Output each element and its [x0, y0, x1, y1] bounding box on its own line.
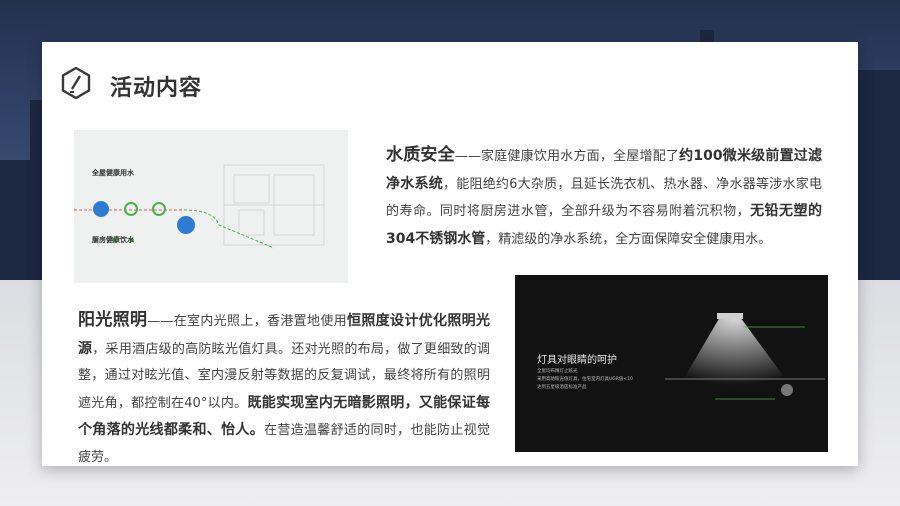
water-quality-paragraph: 水质安全——家庭健康饮用水方面，全屋增配了约100微米级前置过滤净水系统，能阻绝… [386, 145, 822, 247]
water-system-diagram: 全屋健康用水 厨房健康饮水 [74, 130, 348, 283]
lamp-title: 灯具对眼睛的呵护 [537, 355, 617, 366]
water-quality-heading: 水质安全 [386, 145, 455, 165]
lamp-line-2: 采用高防眩光值灯具，住宅室内灯具UGR值<10 [537, 377, 633, 382]
lighting-paragraph: 阳光照明——在室内光照上，香港置地使用恒照度设计优化照明光源，采用酒店级的高防眩… [78, 310, 491, 465]
page-title: 活动内容 [110, 76, 203, 101]
lamp-line-1: 全屋均布精灯止眩光 [537, 369, 578, 374]
pencil-hexagon-icon [61, 66, 91, 100]
lighting-heading: 阳光照明 [78, 310, 148, 330]
lamp-eye-care-image: 灯具对眼睛的呵护 全屋均布精灯止眩光 采用高防眩光值灯具，住宅室内灯具UGR值<… [515, 275, 828, 452]
lamp-line-3: 达到五星级酒店标准产品 [537, 385, 587, 390]
diagram-label-1: 全屋健康用水 [92, 169, 134, 177]
diagram-label-2: 厨房健康饮水 [92, 236, 134, 244]
content-card: 活动内容 全屋健康用水 厨房健康饮水 水质安全——家庭健康饮用水方面，全屋增配了… [42, 42, 858, 466]
